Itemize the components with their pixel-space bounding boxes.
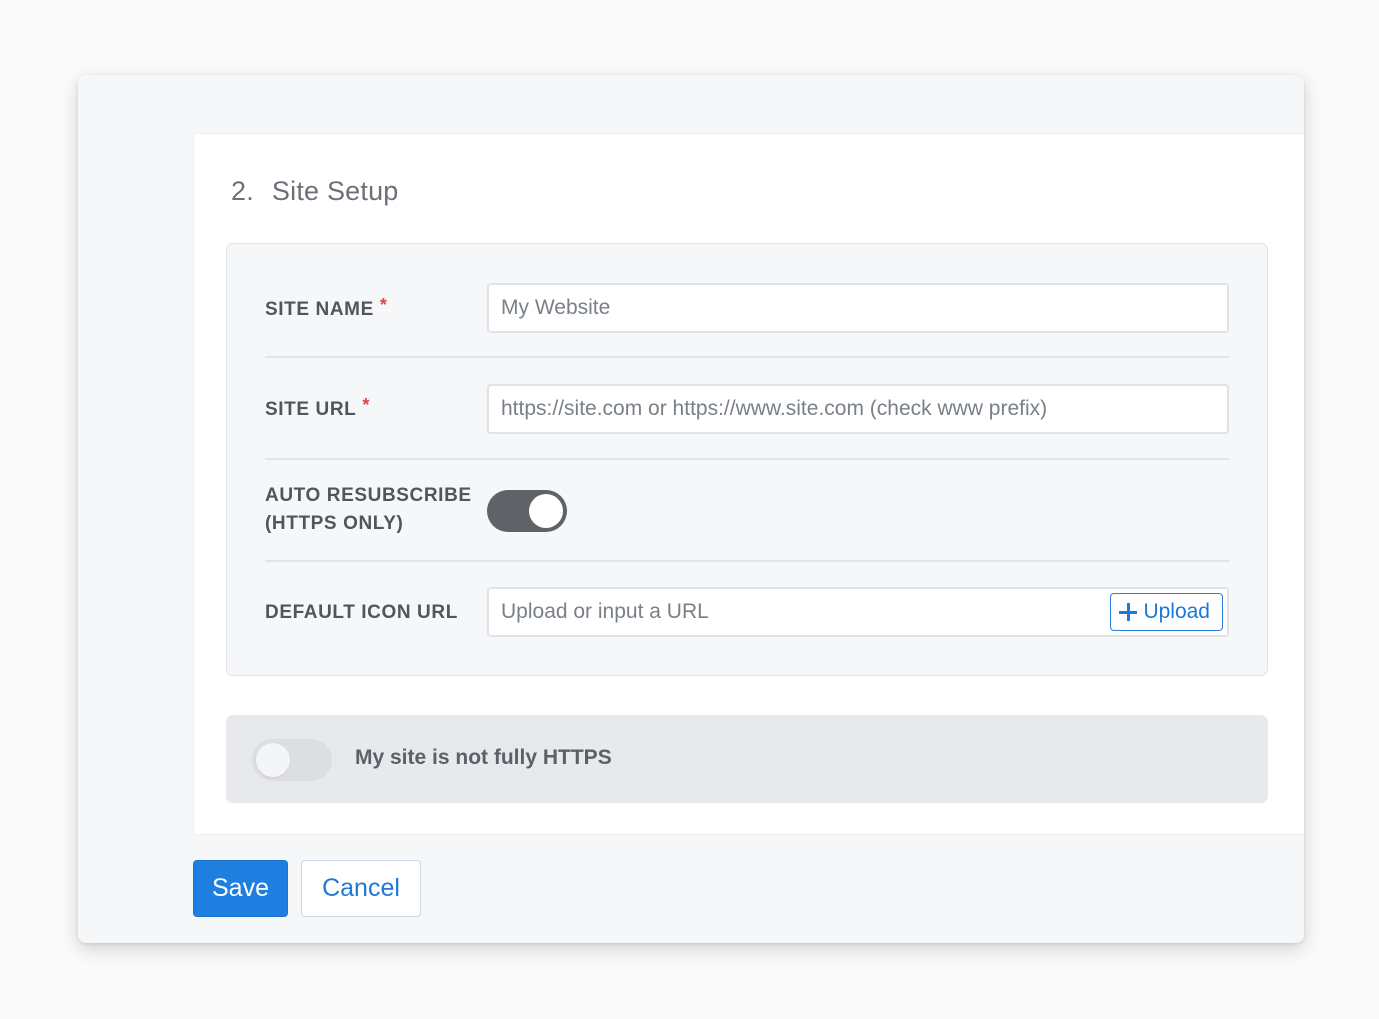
required-asterisk: *	[379, 295, 388, 315]
auto-resubscribe-toggle[interactable]	[487, 490, 567, 532]
site-name-label-text: SITE NAME	[265, 299, 374, 320]
site-setup-card: 2.Site Setup SITE NAME* SITE URL* AUTO	[193, 133, 1304, 835]
upload-button[interactable]: Upload	[1110, 593, 1223, 631]
site-url-input[interactable]	[487, 384, 1229, 434]
site-name-input[interactable]	[487, 283, 1229, 333]
site-url-row: SITE URL *	[265, 358, 1229, 460]
auto-resubscribe-row: AUTO RESUBSCRIBE (HTTPS ONLY)	[265, 460, 1229, 562]
modal-window: 2.Site Setup SITE NAME* SITE URL* AUTO	[78, 75, 1304, 943]
site-url-label-text: SITE URL	[265, 399, 357, 420]
site-form-panel: SITE NAME* SITE URL* AUTO RESUBSCRIBE (H…	[226, 243, 1268, 676]
toggle-knob	[256, 743, 290, 777]
site-name-label: SITE NAME *	[265, 295, 387, 324]
not-fully-https-toggle[interactable]	[252, 739, 332, 781]
required-asterisk: *	[362, 395, 370, 415]
site-name-row: SITE NAME *	[265, 244, 1229, 358]
plus-icon	[1119, 603, 1138, 621]
auto-resubscribe-label-line1: AUTO RESUBSCRIBE	[265, 485, 472, 506]
section-title-text: Site Setup	[271, 176, 399, 206]
section-title: 2. Site Setup	[231, 176, 399, 207]
https-option-panel: My site is not fully HTTPS	[226, 715, 1268, 803]
cancel-button[interactable]: Cancel	[301, 860, 421, 917]
section-number: 2.	[231, 176, 254, 206]
save-button[interactable]: Save	[193, 860, 288, 917]
auto-resubscribe-label: AUTO RESUBSCRIBE (HTTPS ONLY)	[265, 482, 472, 538]
upload-button-label: Upload	[1143, 600, 1210, 623]
site-url-label: SITE URL *	[265, 395, 370, 424]
auto-resubscribe-label-line2: (HTTPS ONLY)	[265, 513, 404, 534]
default-icon-url-row: DEFAULT ICON URL Upload	[265, 562, 1229, 662]
toggle-knob	[529, 494, 563, 528]
not-fully-https-label: My site is not fully HTTPS	[355, 746, 612, 769]
default-icon-url-label: DEFAULT ICON URL	[265, 602, 458, 623]
